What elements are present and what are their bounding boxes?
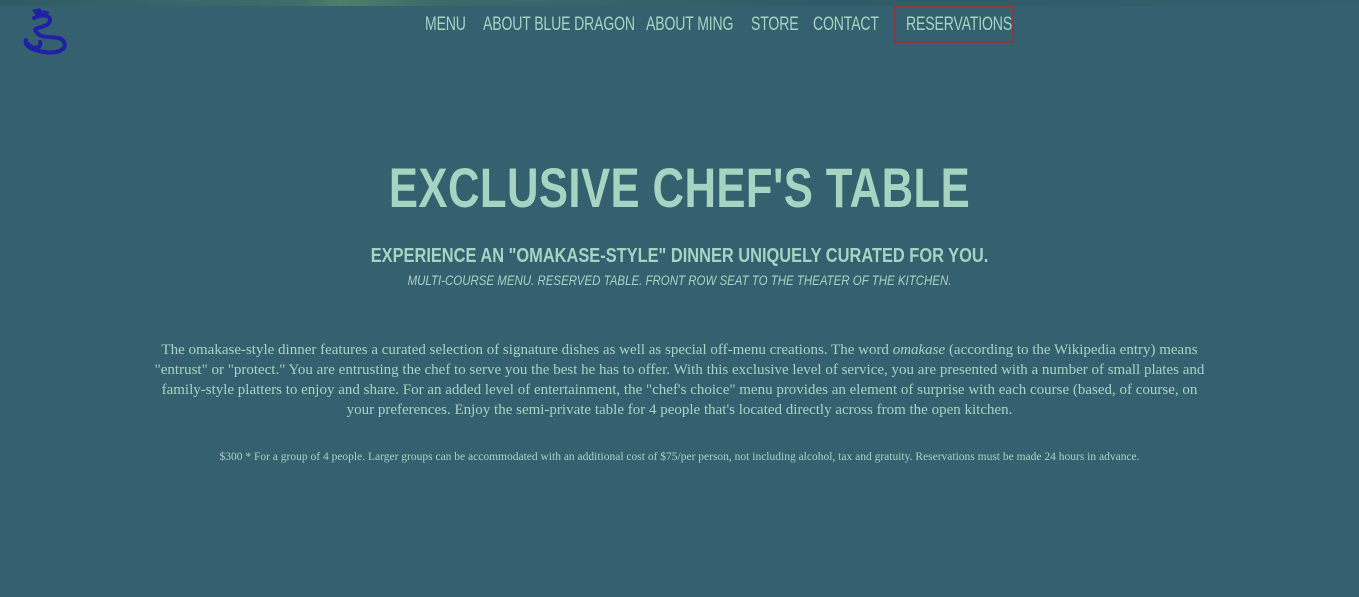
page-subtitle: EXPERIENCE AN "OMAKASE-STYLE" DINNER UNI…	[370, 245, 989, 267]
pricing-note: $300 * For a group of 4 people. Larger g…	[219, 451, 1140, 463]
nav-store-link[interactable]: STORE	[751, 5, 799, 45]
nav-about-blue-dragon-link[interactable]: ABOUT BLUE DRAGON	[483, 5, 635, 45]
page-tagline: MULTI-COURSE MENU. RESERVED TABLE. FRONT…	[407, 272, 952, 288]
main-nav: MENU ABOUT BLUE DRAGON ABOUT MING STORE …	[0, 5, 1359, 45]
description-paragraph: The omakase-style dinner features a cura…	[148, 340, 1211, 420]
description-text-1: The omakase-style dinner features a cura…	[161, 342, 893, 358]
nav-about-ming-link[interactable]: ABOUT MING	[646, 5, 733, 45]
reservations-highlight-box	[894, 5, 1014, 43]
nav-contact-link[interactable]: CONTACT	[813, 5, 879, 45]
page-title: EXCLUSIVE CHEF'S TABLE	[388, 156, 971, 219]
description-emphasis: omakase	[892, 342, 946, 358]
nav-menu-link[interactable]: MENU	[425, 5, 466, 45]
